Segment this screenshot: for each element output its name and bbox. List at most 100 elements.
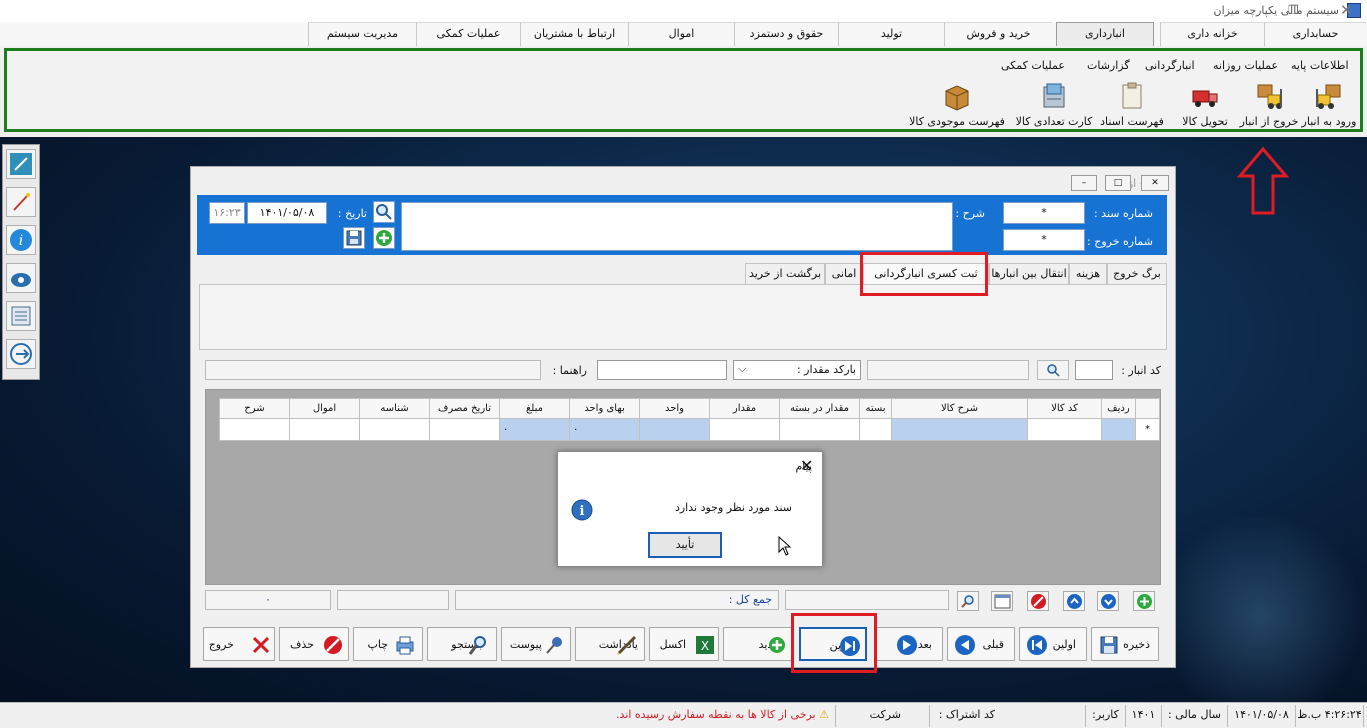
window-maximize-icon[interactable]: □ <box>1105 175 1131 191</box>
cell-quantity[interactable] <box>709 418 780 441</box>
window-layout-icon[interactable] <box>991 591 1013 611</box>
add-row-button[interactable] <box>1133 591 1155 611</box>
pin-icon <box>546 637 562 654</box>
cell-unit-price[interactable]: ۰ <box>569 418 640 441</box>
wand-icon[interactable] <box>6 187 36 217</box>
menu-system-admin[interactable]: مدیریت سیستم <box>308 22 416 46</box>
tab-exit-sheet[interactable]: برگ خروج <box>1107 263 1167 285</box>
new-button[interactable]: جدید <box>723 627 793 661</box>
save-icon[interactable] <box>343 227 365 249</box>
col-assets[interactable]: اموال <box>289 398 360 419</box>
date-field[interactable]: ۱۴۰۱/۰۵/۰۸ <box>247 202 327 224</box>
grid-search-icon[interactable] <box>957 591 979 611</box>
subtab-daily-ops[interactable]: عملیات روزانه <box>1213 59 1278 72</box>
menu-assets[interactable]: اموال <box>628 22 734 46</box>
cell-expiry-date[interactable] <box>429 418 500 441</box>
attachment-button[interactable]: پیوست <box>501 627 571 661</box>
barcode-quantity-select[interactable]: بارکد مقدار : ⌵ <box>733 360 861 380</box>
ok-button[interactable]: تأیید <box>648 532 722 558</box>
save-button[interactable]: ذخیره <box>1091 627 1159 661</box>
add-icon[interactable] <box>373 227 395 249</box>
move-up-icon[interactable] <box>1063 591 1085 611</box>
cell-description[interactable] <box>219 418 290 441</box>
table-row[interactable]: * ۰ ۰ <box>219 418 1160 441</box>
col-amount[interactable]: مبلغ <box>499 398 570 419</box>
tool-document-list[interactable]: فهرست اسناد <box>1097 81 1167 129</box>
subtab-base-info[interactable]: اطلاعات پایه <box>1291 59 1349 72</box>
exit-button[interactable]: خروج <box>203 627 275 661</box>
cell-qty-in-package[interactable] <box>779 418 860 441</box>
cell-row[interactable] <box>1101 418 1136 441</box>
first-button[interactable]: اولین <box>1019 627 1087 661</box>
subtab-utilities[interactable]: عملیات کمکی <box>1001 59 1065 72</box>
cell-item-code[interactable] <box>1027 418 1102 441</box>
cell-assets[interactable] <box>289 418 360 441</box>
col-package[interactable]: بسته <box>859 398 892 419</box>
menu-production[interactable]: تولید <box>838 22 944 46</box>
exit-number-field[interactable]: * <box>1003 229 1085 251</box>
menu-sales[interactable]: خرید و فروش <box>944 22 1052 46</box>
subtab-reports[interactable]: گزارشات <box>1087 59 1130 72</box>
description-field[interactable] <box>401 202 953 251</box>
dialog-close-icon[interactable]: ✕ <box>800 456 813 475</box>
window-close-icon[interactable]: ✕ <box>1141 175 1169 191</box>
logout-icon[interactable] <box>6 339 36 369</box>
restore-icon[interactable]: ❐ <box>1288 3 1302 17</box>
menu-utilities[interactable]: عملیات کمکی <box>416 22 520 46</box>
tab-consignment[interactable]: امانی <box>825 263 863 285</box>
col-row[interactable]: ردیف <box>1101 398 1136 419</box>
cell-amount[interactable]: ۰ <box>499 418 570 441</box>
cell-item-description[interactable] <box>891 418 1028 441</box>
print-button[interactable]: چاپ <box>353 627 423 661</box>
delete-button[interactable]: حذف <box>279 627 349 661</box>
notes-icon[interactable] <box>6 301 36 331</box>
col-item-description[interactable]: شرح کالا <box>891 398 1028 419</box>
info-icon[interactable]: i <box>6 225 36 255</box>
delete-row-icon[interactable] <box>1027 591 1049 611</box>
status-time: ۴:۲۶:۲۴ ب.ظ <box>1296 705 1364 727</box>
excel-button[interactable]: اکسل X <box>649 627 719 661</box>
window-minimize-icon[interactable]: – <box>1071 175 1097 191</box>
close-icon[interactable]: ✕ <box>1340 1 1353 19</box>
cell-unit[interactable] <box>639 418 710 441</box>
next-button[interactable]: بعدی <box>875 627 943 661</box>
tool-label: کارت تعدادی کالا <box>1015 115 1093 128</box>
tab-cost[interactable]: هزینه <box>1069 263 1107 285</box>
note-button[interactable]: یادداشت <box>575 627 645 661</box>
status-warning-text: برخی از کالا ها به نقطه سفارش رسیده اند. <box>616 708 816 721</box>
tool-stock-list[interactable]: فهرست موجودی کالا <box>905 81 1009 129</box>
subtab-stocktaking[interactable]: انبارگردانی <box>1145 59 1195 72</box>
menu-inventory[interactable]: انبارداری <box>1056 22 1154 46</box>
col-unit[interactable]: واحد <box>639 398 710 419</box>
forklift-out-icon <box>1257 84 1282 109</box>
move-down-icon[interactable] <box>1097 591 1119 611</box>
guide-field[interactable] <box>597 360 727 380</box>
search-icon[interactable] <box>373 201 395 223</box>
menu-crm[interactable]: ارتباط با مشتریان <box>520 22 628 46</box>
tool-goods-delivery[interactable]: تحویل کالا <box>1177 81 1233 129</box>
col-quantity[interactable]: مقدار <box>709 398 780 419</box>
previous-button[interactable]: قبلی <box>947 627 1015 661</box>
resize-icon[interactable] <box>6 149 36 179</box>
warehouse-code-field[interactable] <box>1075 360 1113 380</box>
phone-icon[interactable] <box>6 263 36 293</box>
col-qty-in-package[interactable]: مقدار در بسته <box>779 398 860 419</box>
tool-warehouse-exit[interactable]: خروج از انبار <box>1237 81 1301 129</box>
col-identifier[interactable]: شناسه <box>359 398 430 419</box>
col-description[interactable]: شرح <box>219 398 290 419</box>
search-button[interactable]: جستجو <box>427 627 497 661</box>
cell-identifier[interactable] <box>359 418 430 441</box>
tool-warehouse-entry[interactable]: ورود به انبار <box>1299 81 1359 129</box>
menu-treasury[interactable]: خزانه داری <box>1160 22 1264 46</box>
doc-number-field[interactable]: * <box>1003 202 1085 224</box>
tab-purchase-return[interactable]: برگشت از خرید <box>745 263 825 285</box>
menu-payroll[interactable]: حقوق و دستمزد <box>734 22 838 46</box>
menu-accounting[interactable]: حسابداری <box>1264 22 1366 46</box>
tool-quantity-card[interactable]: کارت تعدادی کالا <box>1013 81 1095 129</box>
cell-package[interactable] <box>859 418 892 441</box>
warehouse-search-icon[interactable] <box>1037 360 1069 380</box>
col-expiry-date[interactable]: تاریخ مصرف <box>429 398 500 419</box>
tab-transfer[interactable]: انتقال بین انبارها <box>989 263 1069 285</box>
col-item-code[interactable]: کد کالا <box>1027 398 1102 419</box>
col-unit-price[interactable]: بهای واحد <box>569 398 640 419</box>
